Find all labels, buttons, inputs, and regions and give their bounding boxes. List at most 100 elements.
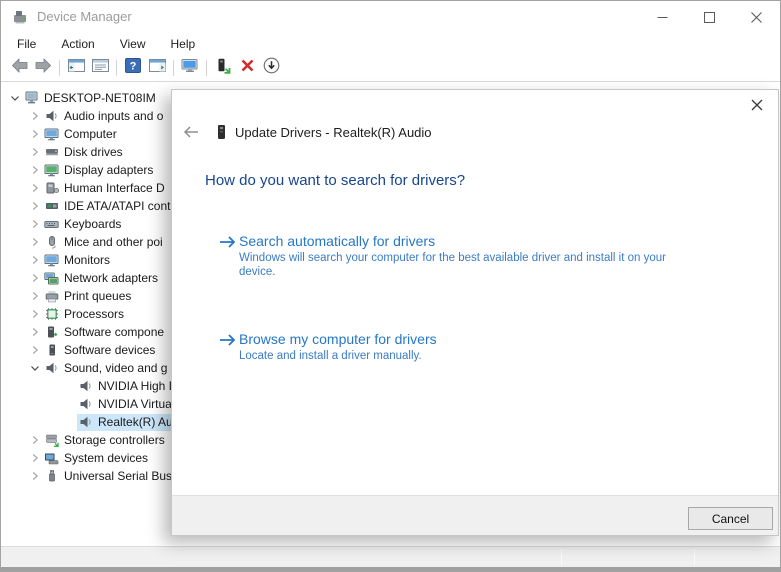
ide-icon: [44, 199, 59, 214]
tree-item-label: Software devices: [64, 343, 155, 357]
mouse-icon: [44, 235, 59, 250]
update-drivers-dialog: Update Drivers - Realtek(R) Audio How do…: [171, 89, 779, 536]
uninstall-device-button[interactable]: [235, 57, 259, 79]
computer-list-button[interactable]: [178, 57, 202, 79]
audio-icon: [78, 379, 93, 394]
update-driver-button[interactable]: [211, 57, 235, 79]
dialog-title: Update Drivers - Realtek(R) Audio: [235, 125, 432, 140]
display-adapter-icon: [44, 163, 59, 178]
chevron-collapsed-icon[interactable]: [27, 163, 43, 177]
storage-icon: [44, 433, 59, 448]
close-window-icon[interactable]: [733, 1, 780, 33]
option-description: Windows will search your computer for th…: [239, 252, 671, 279]
computer-icon: [24, 91, 39, 106]
status-bar-divider: [561, 549, 562, 565]
chevron-collapsed-icon[interactable]: [27, 199, 43, 213]
chevron-collapsed-icon[interactable]: [27, 217, 43, 231]
software-component-icon: [44, 325, 59, 340]
title-bar: Device Manager: [1, 1, 780, 33]
show-console-tree-button[interactable]: [64, 57, 88, 79]
chevron-collapsed-icon[interactable]: [27, 469, 43, 483]
software-device-icon: [44, 343, 59, 358]
back-icon: [11, 58, 28, 78]
action-pane-icon: [149, 58, 166, 78]
tree-item-label: Realtek(R) Audi: [98, 415, 182, 429]
menu-file[interactable]: File: [13, 35, 40, 53]
monitor-icon: [44, 253, 59, 268]
uninstall-device-icon: [240, 58, 255, 78]
maximize-icon[interactable]: [686, 1, 733, 33]
window-controls: [639, 1, 780, 33]
help-icon: ?: [125, 58, 141, 78]
toolbar: ?: [1, 55, 780, 82]
option-label[interactable]: Browse my computer for drivers: [239, 331, 437, 347]
show-console-tree-icon: [68, 58, 85, 78]
chevron-collapsed-icon[interactable]: [27, 181, 43, 195]
chevron-collapsed-icon[interactable]: [27, 343, 43, 357]
chevron-collapsed-icon[interactable]: [27, 109, 43, 123]
driver-device-icon: [216, 124, 227, 140]
audio-icon: [78, 397, 93, 412]
update-driver-icon: [215, 58, 231, 79]
tree-item-label: Monitors: [64, 253, 110, 267]
option-browse-computer[interactable]: Browse my computer for drivers Locate an…: [218, 331, 437, 364]
menu-bar: File Action View Help: [1, 33, 780, 55]
tree-item-label: Storage controllers: [64, 433, 165, 447]
chevron-collapsed-icon[interactable]: [27, 253, 43, 267]
scan-hardware-button[interactable]: [259, 57, 283, 79]
menu-view[interactable]: View: [116, 35, 150, 53]
toolbar-separator: [116, 60, 117, 76]
menu-action[interactable]: Action: [57, 35, 98, 53]
tree-item-label: System devices: [64, 451, 148, 465]
computer-list-icon: [181, 58, 199, 78]
option-label[interactable]: Search automatically for drivers: [239, 233, 671, 249]
keyboard-icon: [44, 217, 59, 232]
option-search-automatically[interactable]: Search automatically for drivers Windows…: [218, 233, 671, 279]
toolbar-separator: [206, 60, 207, 76]
chevron-collapsed-icon[interactable]: [27, 433, 43, 447]
tree-item-label: Human Interface D: [64, 181, 165, 195]
chevron-collapsed-icon[interactable]: [27, 289, 43, 303]
cancel-button[interactable]: Cancel: [688, 507, 773, 530]
chevron-expanded-icon[interactable]: [7, 91, 23, 105]
tree-item-label: Audio inputs and o: [64, 109, 163, 123]
chevron-collapsed-icon[interactable]: [27, 127, 43, 141]
status-bar: [1, 546, 780, 567]
chevron-collapsed-icon[interactable]: [27, 307, 43, 321]
chevron-collapsed-icon[interactable]: [27, 235, 43, 249]
tree-item-label: DESKTOP-NET08IM: [44, 91, 156, 105]
chevron-collapsed-icon[interactable]: [27, 271, 43, 285]
dialog-footer: Cancel: [172, 495, 778, 535]
audio-icon: [44, 109, 59, 124]
properties-icon: [92, 58, 109, 78]
tree-item-label: IDE ATA/ATAPI cont: [64, 199, 170, 213]
tree-item-label: Sound, video and g: [64, 361, 167, 375]
menu-help[interactable]: Help: [167, 35, 200, 53]
chevron-collapsed-icon[interactable]: [27, 325, 43, 339]
printer-icon: [44, 289, 59, 304]
dialog-header: Update Drivers - Realtek(R) Audio: [182, 124, 432, 140]
usb-icon: [44, 469, 59, 484]
dialog-close-icon[interactable]: [749, 97, 765, 113]
tree-item-label: Computer: [64, 127, 117, 141]
audio-icon: [78, 415, 93, 430]
chevron-collapsed-icon[interactable]: [27, 451, 43, 465]
hid-icon: [44, 181, 59, 196]
monitor-icon: [44, 127, 59, 142]
action-pane-button[interactable]: [145, 57, 169, 79]
properties-button[interactable]: [88, 57, 112, 79]
back-button[interactable]: [7, 57, 31, 79]
arrow-right-icon: [218, 333, 239, 352]
chevron-collapsed-icon[interactable]: [27, 145, 43, 159]
forward-button[interactable]: [31, 57, 55, 79]
minimize-icon[interactable]: [639, 1, 686, 33]
help-button[interactable]: ?: [121, 57, 145, 79]
audio-icon: [44, 361, 59, 376]
window-title: Device Manager: [37, 1, 132, 33]
dialog-back-icon[interactable]: [182, 126, 204, 138]
scan-hardware-icon: [263, 57, 280, 79]
tree-item-label: Software compone: [64, 325, 164, 339]
toolbar-separator: [59, 60, 60, 76]
chevron-expanded-icon[interactable]: [27, 361, 43, 375]
tree-item-label: Universal Serial Bus: [64, 469, 172, 483]
